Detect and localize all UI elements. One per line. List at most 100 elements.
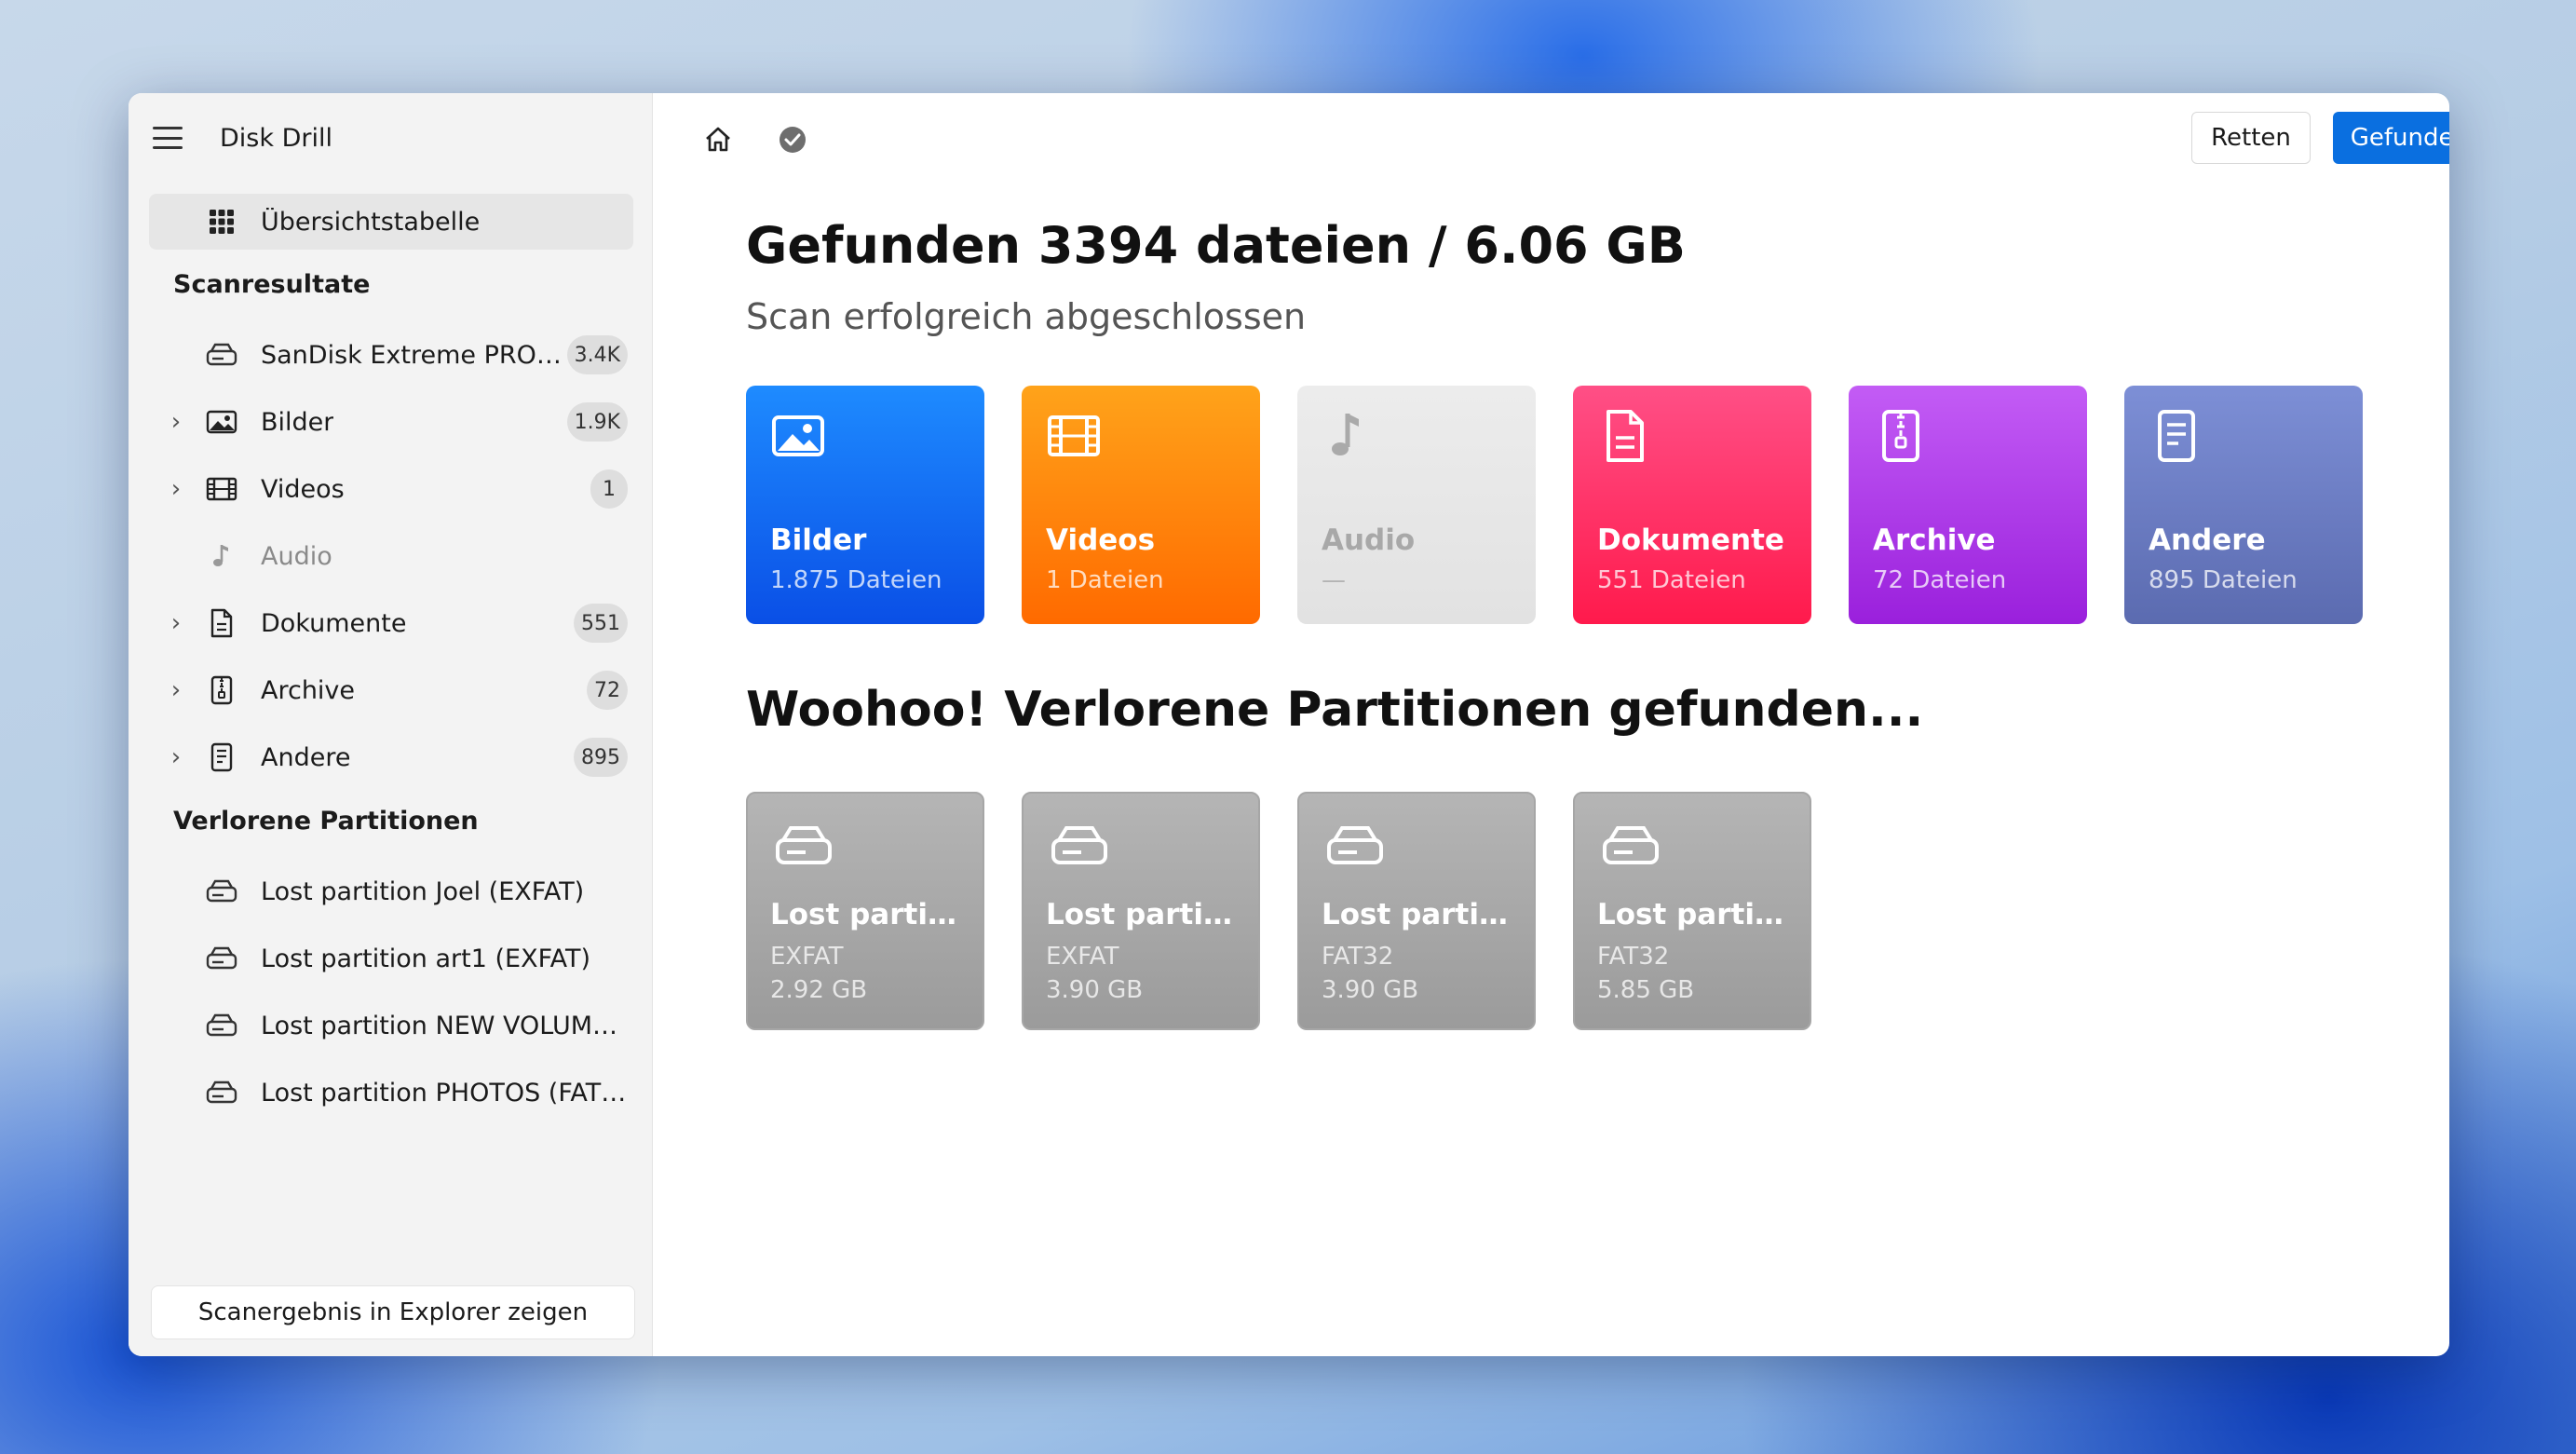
- sidebar-item-label: Andere: [261, 742, 351, 772]
- review-found-items-button[interactable]: Gefundene Objekte prüfen: [2333, 112, 2449, 164]
- count-badge: 72: [587, 671, 628, 710]
- partition-filesystem: FAT32: [1597, 943, 1670, 971]
- app-title: Disk Drill: [220, 123, 332, 153]
- drive-icon: [1601, 823, 1661, 872]
- image-icon: [205, 405, 238, 439]
- music-note-icon: [1320, 406, 1379, 466]
- sidebar-item-videos[interactable]: › Videos 1: [149, 462, 633, 516]
- tile-count: 895 Dateien: [2149, 566, 2298, 594]
- partition-name: Lost partitio...: [1597, 898, 1796, 931]
- check-circle-icon[interactable]: [774, 121, 811, 158]
- sidebar-header: Disk Drill: [153, 119, 332, 156]
- category-tile-audio[interactable]: Audio —: [1297, 386, 1536, 624]
- drive-icon: [205, 338, 238, 372]
- category-tile-bilder[interactable]: Bilder 1.875 Dateien: [746, 386, 984, 624]
- chevron-right-icon[interactable]: ›: [168, 676, 184, 704]
- sidebar-item-label: Lost partition NEW VOLUME (...: [261, 1011, 633, 1040]
- partition-size: 5.85 GB: [1597, 976, 1695, 1004]
- partition-tile[interactable]: Lost partitio... FAT32 3.90 GB: [1297, 792, 1536, 1030]
- document-icon: [1595, 406, 1655, 466]
- sidebar-item-overview[interactable]: Übersichtstabelle: [149, 194, 633, 250]
- partition-size: 3.90 GB: [1046, 976, 1144, 1004]
- partition-tile[interactable]: Lost partitio... EXFAT 3.90 GB: [1022, 792, 1260, 1030]
- tile-count: 551 Dateien: [1597, 566, 1746, 594]
- page-subtitle: Scan erfolgreich abgeschlossen: [746, 296, 1307, 337]
- music-note-icon: [205, 539, 238, 573]
- grid-icon: [205, 205, 238, 238]
- drive-icon: [1325, 823, 1385, 872]
- sidebar-item-label: Übersichtstabelle: [261, 207, 481, 237]
- category-tile-andere[interactable]: Andere 895 Dateien: [2124, 386, 2363, 624]
- app-window: Disk Drill Übersichtstabelle Scanresulta…: [129, 93, 2449, 1356]
- count-badge: 1: [590, 469, 628, 509]
- retten-button[interactable]: Retten: [2191, 112, 2311, 164]
- tile-title: Andere: [2149, 523, 2266, 557]
- drive-icon: [1050, 823, 1109, 872]
- archive-icon: [1871, 406, 1931, 466]
- sidebar-item-audio[interactable]: Audio: [149, 529, 633, 583]
- image-icon: [768, 406, 828, 466]
- sidebar-item-label: SanDisk Extreme PRO R...: [261, 340, 568, 370]
- tile-title: Bilder: [770, 523, 867, 557]
- sidebar-item-label: Lost partition Joel (EXFAT): [261, 876, 585, 906]
- tile-count: 1.875 Dateien: [770, 566, 942, 594]
- drive-icon: [205, 942, 238, 975]
- partition-size: 2.92 GB: [770, 976, 868, 1004]
- partition-tile[interactable]: Lost partitio... FAT32 5.85 GB: [1573, 792, 1811, 1030]
- sidebar-item-andere[interactable]: › Andere 895: [149, 730, 633, 784]
- sidebar-item-lost-partition[interactable]: Lost partition NEW VOLUME (...: [149, 999, 633, 1053]
- category-tile-videos[interactable]: Videos 1 Dateien: [1022, 386, 1260, 624]
- section-heading-scan-results: Scanresultate: [173, 270, 371, 299]
- chevron-right-icon[interactable]: ›: [168, 475, 184, 503]
- partition-tile[interactable]: Lost partitio... EXFAT 2.92 GB: [746, 792, 984, 1030]
- home-icon[interactable]: [699, 121, 737, 158]
- tile-title: Audio: [1322, 523, 1416, 557]
- tile-count: 72 Dateien: [1873, 566, 2007, 594]
- sidebar-item-label: Bilder: [261, 407, 334, 437]
- count-badge: 1.9K: [566, 402, 628, 442]
- tile-count: 1 Dateien: [1046, 566, 1164, 594]
- sidebar-item-lost-partition[interactable]: Lost partition PHOTOS (FAT32): [149, 1066, 633, 1120]
- other-file-icon: [2147, 406, 2206, 466]
- partition-filesystem: EXFAT: [770, 943, 844, 971]
- tile-count: —: [1322, 566, 1346, 594]
- archive-icon: [205, 673, 238, 707]
- count-badge: 895: [574, 738, 628, 777]
- sidebar-item-label: Dokumente: [261, 608, 407, 638]
- drive-icon: [205, 875, 238, 908]
- chevron-right-icon[interactable]: ›: [168, 609, 184, 637]
- partition-name: Lost partitio...: [1322, 898, 1521, 931]
- hamburger-menu-icon[interactable]: [153, 127, 183, 149]
- tile-title: Archive: [1873, 523, 1996, 557]
- sidebar-item-label: Lost partition art1 (EXFAT): [261, 944, 591, 973]
- sidebar-item-dokumente[interactable]: › Dokumente 551: [149, 596, 633, 650]
- main-content: Retten Gefundene Objekte prüfen Gefunden…: [653, 93, 2449, 1356]
- partition-name: Lost partitio...: [1046, 898, 1245, 931]
- page-title: Gefunden 3394 dateien / 6.06 GB: [746, 216, 1686, 275]
- section-heading-lost-partitions: Verlorene Partitionen: [173, 807, 479, 836]
- drive-icon: [205, 1076, 238, 1109]
- other-file-icon: [205, 741, 238, 774]
- chevron-right-icon[interactable]: ›: [168, 408, 184, 436]
- sidebar-item-label: Lost partition PHOTOS (FAT32): [261, 1078, 633, 1107]
- film-icon: [205, 472, 238, 506]
- document-icon: [205, 606, 238, 640]
- partitions-heading: Woohoo! Verlorene Partitionen gefunden..…: [746, 682, 1924, 738]
- chevron-right-icon[interactable]: ›: [168, 743, 184, 771]
- sidebar-item-drive[interactable]: SanDisk Extreme PRO R... 3.4K: [149, 328, 633, 382]
- sidebar-item-lost-partition[interactable]: Lost partition art1 (EXFAT): [149, 931, 633, 985]
- sidebar-item-lost-partition[interactable]: Lost partition Joel (EXFAT): [149, 864, 633, 918]
- category-tile-archive[interactable]: Archive 72 Dateien: [1849, 386, 2087, 624]
- drive-icon: [774, 823, 834, 872]
- sidebar-item-bilder[interactable]: › Bilder 1.9K: [149, 395, 633, 449]
- partition-size: 3.90 GB: [1322, 976, 1419, 1004]
- sidebar-item-label: Videos: [261, 474, 345, 504]
- sidebar: Disk Drill Übersichtstabelle Scanresulta…: [129, 93, 653, 1356]
- show-in-explorer-button[interactable]: Scanergebnis in Explorer zeigen: [151, 1285, 635, 1339]
- sidebar-item-label: Archive: [261, 675, 356, 705]
- sidebar-item-archive[interactable]: › Archive 72: [149, 663, 633, 717]
- category-tile-dokumente[interactable]: Dokumente 551 Dateien: [1573, 386, 1811, 624]
- partition-name: Lost partitio...: [770, 898, 969, 931]
- drive-icon: [205, 1009, 238, 1042]
- partition-filesystem: EXFAT: [1046, 943, 1119, 971]
